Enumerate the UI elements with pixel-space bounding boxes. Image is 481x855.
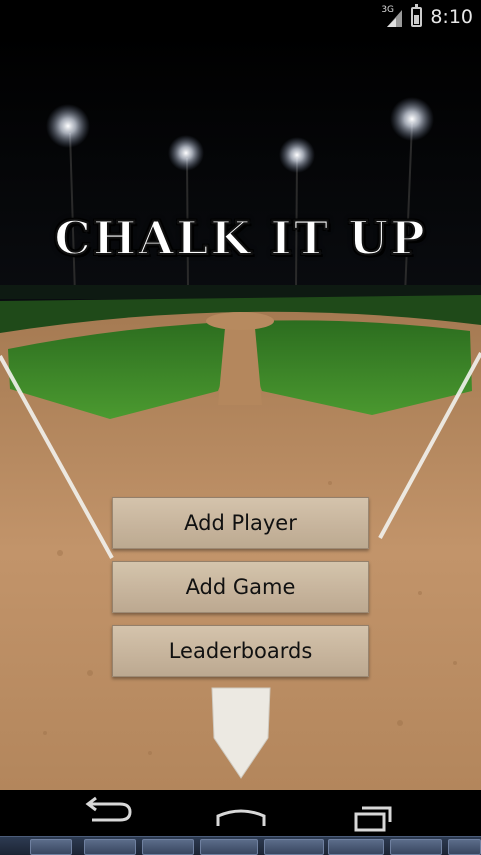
status-clock: 8:10: [430, 6, 473, 28]
home-icon[interactable]: [212, 790, 270, 836]
add-player-button[interactable]: Add Player: [112, 497, 369, 549]
add-game-button[interactable]: Add Game: [112, 561, 369, 613]
back-icon[interactable]: [80, 790, 136, 836]
taskbar-visual-studio-icon[interactable]: [264, 839, 324, 855]
leaderboards-button[interactable]: Leaderboards: [112, 625, 369, 677]
taskbar-excel-icon[interactable]: [328, 839, 384, 855]
status-bar: 3G 8:10: [0, 0, 481, 33]
taskbar-word-icon[interactable]: [200, 839, 258, 855]
recents-icon[interactable]: [350, 790, 400, 836]
taskbar-app-icon[interactable]: [142, 839, 194, 855]
battery-icon: [411, 4, 423, 27]
network-type-label: 3G: [381, 5, 395, 15]
host-taskbar: [0, 836, 481, 855]
taskbar-firefox-icon[interactable]: [84, 839, 136, 855]
status-icons: 3G 8:10: [381, 4, 473, 30]
taskbar-app-icon[interactable]: [448, 839, 481, 855]
app-title: CHALK IT UP: [53, 210, 427, 266]
taskbar-app-icon[interactable]: [390, 839, 442, 855]
signal-icon: 3G: [381, 5, 403, 28]
taskbar-app-icon[interactable]: [30, 839, 72, 855]
navigation-bar: [0, 790, 481, 836]
